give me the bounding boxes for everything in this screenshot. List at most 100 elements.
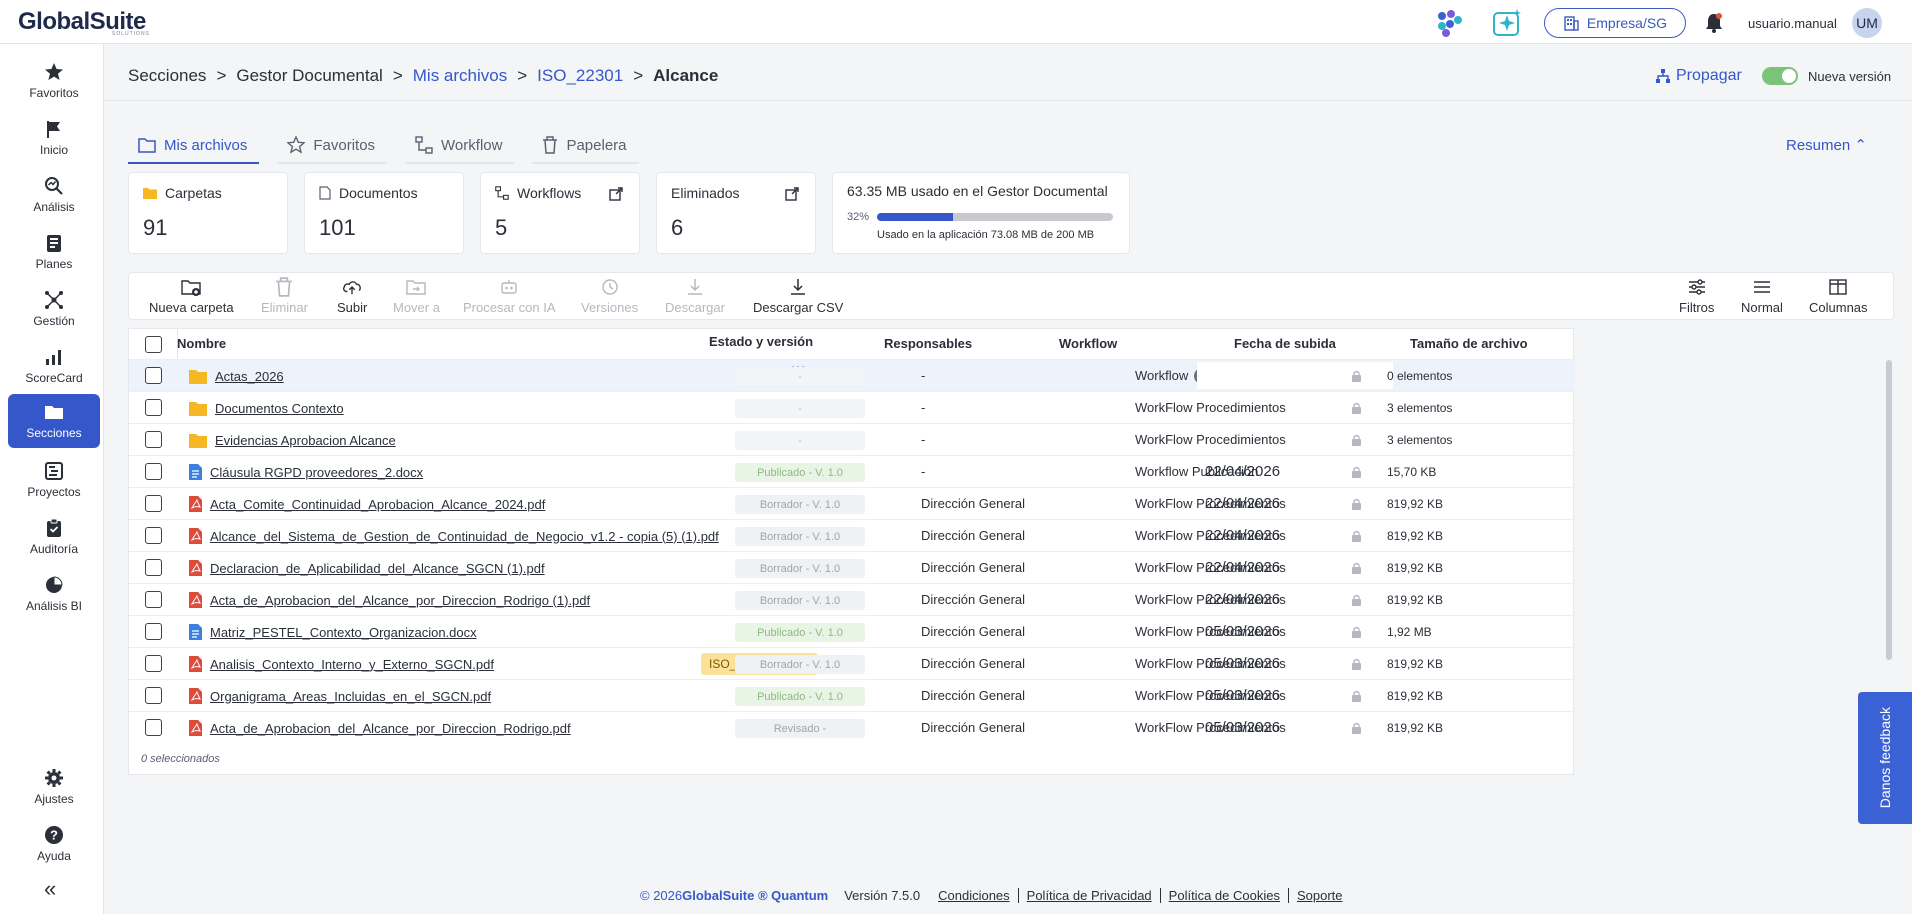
tab-favoritos[interactable]: Favoritos bbox=[277, 132, 388, 164]
mover-button[interactable]: Mover a bbox=[393, 277, 440, 315]
sidebar-item-auditoria[interactable]: Auditoría bbox=[8, 510, 100, 564]
file-name-link[interactable]: Evidencias Aprobacion Alcance bbox=[215, 433, 396, 448]
sidebar-item-ajustes[interactable]: Ajustes bbox=[8, 760, 100, 814]
column-header-responsables[interactable]: Responsables bbox=[884, 329, 972, 359]
table-row[interactable]: Evidencias Aprobacion Alcance - - WorkFlow … bbox=[129, 423, 1575, 455]
table-row[interactable]: Analisis_Contexto_Interno_y_Externo_SGCN… bbox=[129, 647, 1575, 679]
file-name-link[interactable]: Documentos Contexto bbox=[215, 401, 344, 416]
row-checkbox[interactable] bbox=[145, 559, 162, 576]
file-name-link[interactable]: Acta_Comite_Continuidad_Aprobacion_Alcan… bbox=[210, 497, 545, 512]
notifications-bell-icon[interactable] bbox=[1704, 12, 1724, 37]
resumen-toggle-button[interactable]: Resumen ⌃ bbox=[1786, 136, 1867, 154]
table-row[interactable]: Acta_de_Aprobacion_del_Alcance_por_Direc… bbox=[129, 583, 1575, 615]
external-link-icon[interactable] bbox=[609, 187, 623, 204]
row-checkbox[interactable] bbox=[145, 687, 162, 704]
breadcrumb-item[interactable]: Secciones bbox=[128, 66, 206, 86]
row-checkbox[interactable] bbox=[145, 527, 162, 544]
file-name-link[interactable]: Analisis_Contexto_Interno_y_Externo_SGCN… bbox=[210, 657, 494, 672]
descargar-csv-button[interactable]: Descargar CSV bbox=[753, 277, 843, 315]
sidebar-item-gestion[interactable]: Gestión bbox=[8, 282, 100, 336]
breadcrumb-item[interactable]: Mis archivos bbox=[413, 66, 507, 86]
select-all-checkbox[interactable] bbox=[145, 336, 162, 353]
file-name-link[interactable]: Acta_de_Aprobacion_del_Alcance_por_Direc… bbox=[210, 721, 571, 736]
tab-papelera[interactable]: Papelera bbox=[532, 132, 639, 164]
sidebar-item-inicio[interactable]: Inicio bbox=[8, 111, 100, 165]
row-checkbox[interactable] bbox=[145, 623, 162, 640]
row-checkbox[interactable] bbox=[145, 463, 162, 480]
ai-assistant-icon[interactable] bbox=[1490, 6, 1524, 40]
file-name-link[interactable]: Alcance_del_Sistema_de_Gestion_de_Contin… bbox=[210, 529, 719, 544]
table-row[interactable]: Actas_2026--Workflow20 elementos bbox=[129, 359, 1575, 391]
lock-icon bbox=[1352, 498, 1361, 510]
file-name-link[interactable]: Organigrama_Areas_Incluidas_en_el_SGCN.p… bbox=[210, 689, 491, 704]
sidebar-item-favoritos[interactable]: Favoritos bbox=[8, 54, 100, 108]
apps-grid-icon[interactable] bbox=[1432, 6, 1466, 40]
eliminar-button[interactable]: Eliminar bbox=[261, 277, 308, 315]
company-selector-button[interactable]: Empresa/SG bbox=[1544, 8, 1686, 38]
footer-link-privacidad[interactable]: Política de Privacidad bbox=[1019, 888, 1161, 903]
footer-link-cookies[interactable]: Política de Cookies bbox=[1161, 888, 1289, 903]
workflow-name: WorkFlow Procedimientos bbox=[1135, 400, 1286, 415]
table-row[interactable]: Matriz_PESTEL_Contexto_Organizacion.docx… bbox=[129, 615, 1575, 647]
row-checkbox[interactable] bbox=[145, 719, 162, 736]
row-checkbox[interactable] bbox=[145, 367, 162, 384]
versiones-button[interactable]: Versiones bbox=[581, 277, 638, 315]
breadcrumb-item[interactable]: Gestor Documental bbox=[236, 66, 382, 86]
sidebar-item-scorecard[interactable]: ScoreCard bbox=[8, 339, 100, 393]
procesar-ia-button[interactable]: Procesar con IA bbox=[463, 277, 556, 315]
column-header-workflow[interactable]: Workflow bbox=[1059, 329, 1117, 359]
nueva-version-label: Nueva versión bbox=[1808, 69, 1892, 84]
table-scrollbar[interactable] bbox=[1886, 360, 1892, 660]
footer-link-condiciones[interactable]: Condiciones bbox=[930, 888, 1019, 903]
nueva-version-toggle[interactable] bbox=[1762, 67, 1798, 85]
row-checkbox[interactable] bbox=[145, 495, 162, 512]
breadcrumb-item[interactable]: ISO_22301 bbox=[537, 66, 623, 86]
card-eliminados[interactable]: Eliminados 6 bbox=[656, 172, 816, 254]
tab-mis-archivos[interactable]: Mis archivos bbox=[128, 132, 260, 164]
sidebar-item-proyectos[interactable]: Proyectos bbox=[8, 453, 100, 507]
nueva-carpeta-button[interactable]: Nueva carpeta bbox=[149, 277, 234, 315]
username-label[interactable]: usuario.manual bbox=[1748, 16, 1837, 31]
footer-link-soporte[interactable]: Soporte bbox=[1289, 888, 1351, 903]
subir-button[interactable]: Subir bbox=[337, 277, 367, 315]
file-name-link[interactable]: Acta_de_Aprobacion_del_Alcance_por_Direc… bbox=[210, 593, 590, 608]
row-checkbox[interactable] bbox=[145, 399, 162, 416]
sidebar-item-analisis[interactable]: Análisis bbox=[8, 168, 100, 222]
column-header-fecha[interactable]: Fecha de subida bbox=[1234, 329, 1336, 359]
table-row[interactable]: Organigrama_Areas_Incluidas_en_el_SGCN.p… bbox=[129, 679, 1575, 711]
external-link-icon[interactable] bbox=[785, 187, 799, 204]
table-row[interactable]: Alcance_del_Sistema_de_Gestion_de_Contin… bbox=[129, 519, 1575, 551]
sidebar-item-secciones[interactable]: Secciones bbox=[8, 394, 100, 448]
row-checkbox[interactable] bbox=[145, 431, 162, 448]
column-header-estado[interactable]: Estado y versión bbox=[709, 327, 813, 357]
feedback-button[interactable]: Danos feedback bbox=[1858, 692, 1912, 824]
workflow-cell[interactable]: WorkFlow Procedimientos bbox=[1135, 424, 1286, 456]
descargar-button[interactable]: Descargar bbox=[665, 277, 725, 315]
avatar[interactable]: UM bbox=[1852, 8, 1882, 38]
column-header-nombre[interactable]: Nombre bbox=[177, 329, 226, 359]
propagar-button[interactable]: Propagar bbox=[1656, 67, 1742, 85]
file-name-link[interactable]: Matriz_PESTEL_Contexto_Organizacion.docx bbox=[210, 625, 477, 640]
file-name-link[interactable]: Cláusula RGPD proveedores_2.docx bbox=[210, 465, 423, 480]
table-row[interactable]: Declaracion_de_Aplicabilidad_del_Alcance… bbox=[129, 551, 1575, 583]
tab-workflow[interactable]: Workflow bbox=[405, 132, 515, 164]
sidebar-item-analisis-bi[interactable]: Análisis BI bbox=[8, 567, 100, 621]
row-checkbox[interactable] bbox=[145, 655, 162, 672]
row-checkbox[interactable] bbox=[145, 591, 162, 608]
table-row[interactable]: Acta_de_Aprobacion_del_Alcance_por_Direc… bbox=[129, 711, 1575, 743]
sidebar-item-ayuda[interactable]: ? Ayuda bbox=[8, 817, 100, 871]
file-name-link[interactable]: Actas_2026 bbox=[215, 369, 284, 384]
filtros-button[interactable]: Filtros bbox=[1679, 277, 1714, 315]
resumen-label: Resumen bbox=[1786, 137, 1851, 154]
columnas-button[interactable]: Columnas bbox=[1809, 277, 1868, 315]
workflow-cell[interactable]: WorkFlow Procedimientos bbox=[1135, 392, 1286, 424]
normal-view-button[interactable]: Normal bbox=[1741, 277, 1783, 315]
table-row[interactable]: Acta_Comite_Continuidad_Aprobacion_Alcan… bbox=[129, 487, 1575, 519]
sidebar-item-planes[interactable]: Planes bbox=[8, 225, 100, 279]
table-row[interactable]: Cláusula RGPD proveedores_2.docx Publicad… bbox=[129, 455, 1575, 487]
card-workflows[interactable]: Workflows 5 bbox=[480, 172, 640, 254]
file-name-link[interactable]: Declaracion_de_Aplicabilidad_del_Alcance… bbox=[210, 561, 545, 576]
table-row[interactable]: Documentos Contexto - - WorkFlow Procedimie… bbox=[129, 391, 1575, 423]
collapse-sidebar-icon[interactable]: « bbox=[44, 876, 56, 902]
column-header-tamano[interactable]: Tamaño de archivo bbox=[1410, 329, 1528, 359]
